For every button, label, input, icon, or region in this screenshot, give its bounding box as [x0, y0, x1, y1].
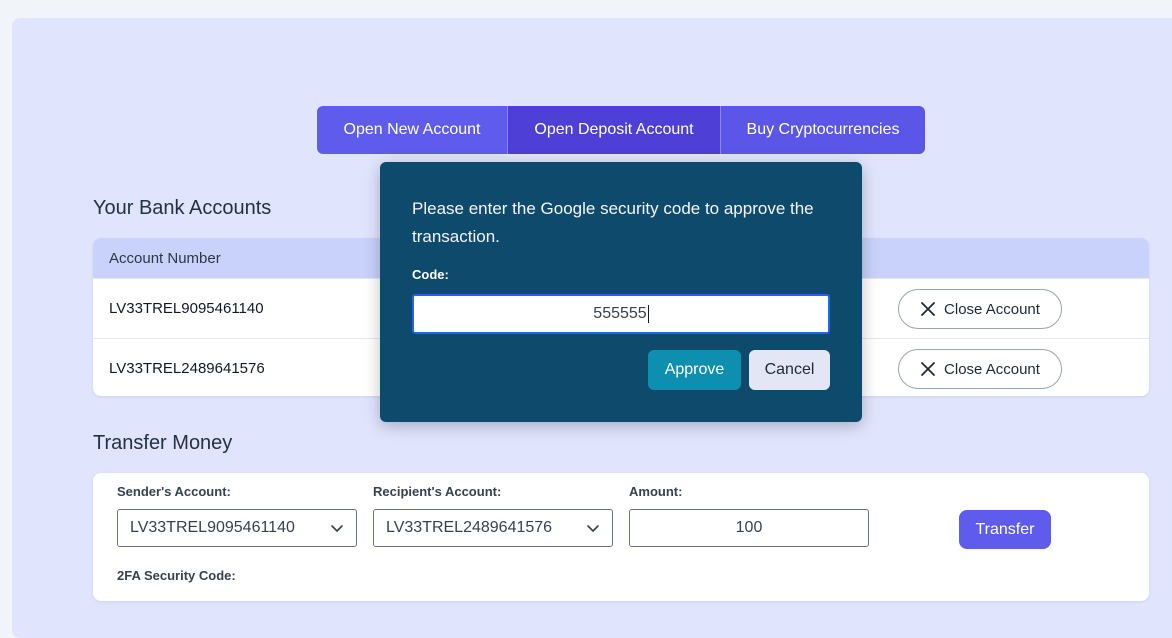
- close-account-button[interactable]: Close Account: [898, 349, 1062, 389]
- buy-cryptocurrencies-button[interactable]: Buy Cryptocurrencies: [720, 106, 925, 154]
- dialog-message: Please enter the Google security code to…: [412, 199, 814, 246]
- sender-account-select[interactable]: LV33TREL9095461140: [117, 509, 357, 547]
- recipient-account-select[interactable]: LV33TREL2489641576: [373, 509, 613, 547]
- chevron-down-icon: [587, 525, 599, 532]
- bank-accounts-title: Your Bank Accounts: [93, 197, 272, 219]
- amount-value: 100: [735, 519, 763, 536]
- text-caret: [647, 305, 649, 323]
- security-code-value: 555555: [593, 305, 647, 322]
- open-new-account-button[interactable]: Open New Account: [317, 106, 507, 154]
- open-deposit-account-button[interactable]: Open Deposit Account: [507, 106, 720, 154]
- close-account-label: Close Account: [944, 300, 1040, 318]
- chevron-down-icon: [331, 525, 343, 532]
- cancel-button[interactable]: Cancel: [749, 350, 830, 390]
- twofa-code-label: 2FA Security Code:: [117, 568, 236, 583]
- security-code-dialog: Please enter the Google security code to…: [380, 162, 862, 422]
- account-number: LV33TREL2489641576: [109, 360, 265, 377]
- code-label: Code:: [412, 267, 449, 282]
- sender-account-label: Sender's Account:: [117, 484, 231, 499]
- close-x-icon: [921, 362, 935, 376]
- close-x-icon: [921, 302, 935, 316]
- sender-account-value: LV33TREL9095461140: [130, 519, 295, 536]
- amount-input[interactable]: 100: [629, 509, 869, 547]
- close-account-label: Close Account: [944, 360, 1040, 378]
- recipient-account-label: Recipient's Account:: [373, 484, 502, 499]
- security-code-input[interactable]: 555555: [412, 294, 830, 334]
- close-account-button[interactable]: Close Account: [898, 289, 1062, 329]
- account-number: LV33TREL9095461140: [109, 300, 264, 317]
- amount-label: Amount:: [629, 484, 683, 499]
- transfer-button[interactable]: Transfer: [959, 510, 1051, 549]
- approve-button[interactable]: Approve: [648, 350, 741, 390]
- recipient-account-value: LV33TREL2489641576: [386, 519, 553, 536]
- transfer-form: Sender's Account: LV33TREL9095461140 Rec…: [93, 473, 1149, 601]
- transfer-money-title: Transfer Money: [93, 432, 233, 454]
- account-number-header: Account Number: [109, 249, 221, 267]
- action-tabs: Open New Account Open Deposit Account Bu…: [317, 106, 925, 154]
